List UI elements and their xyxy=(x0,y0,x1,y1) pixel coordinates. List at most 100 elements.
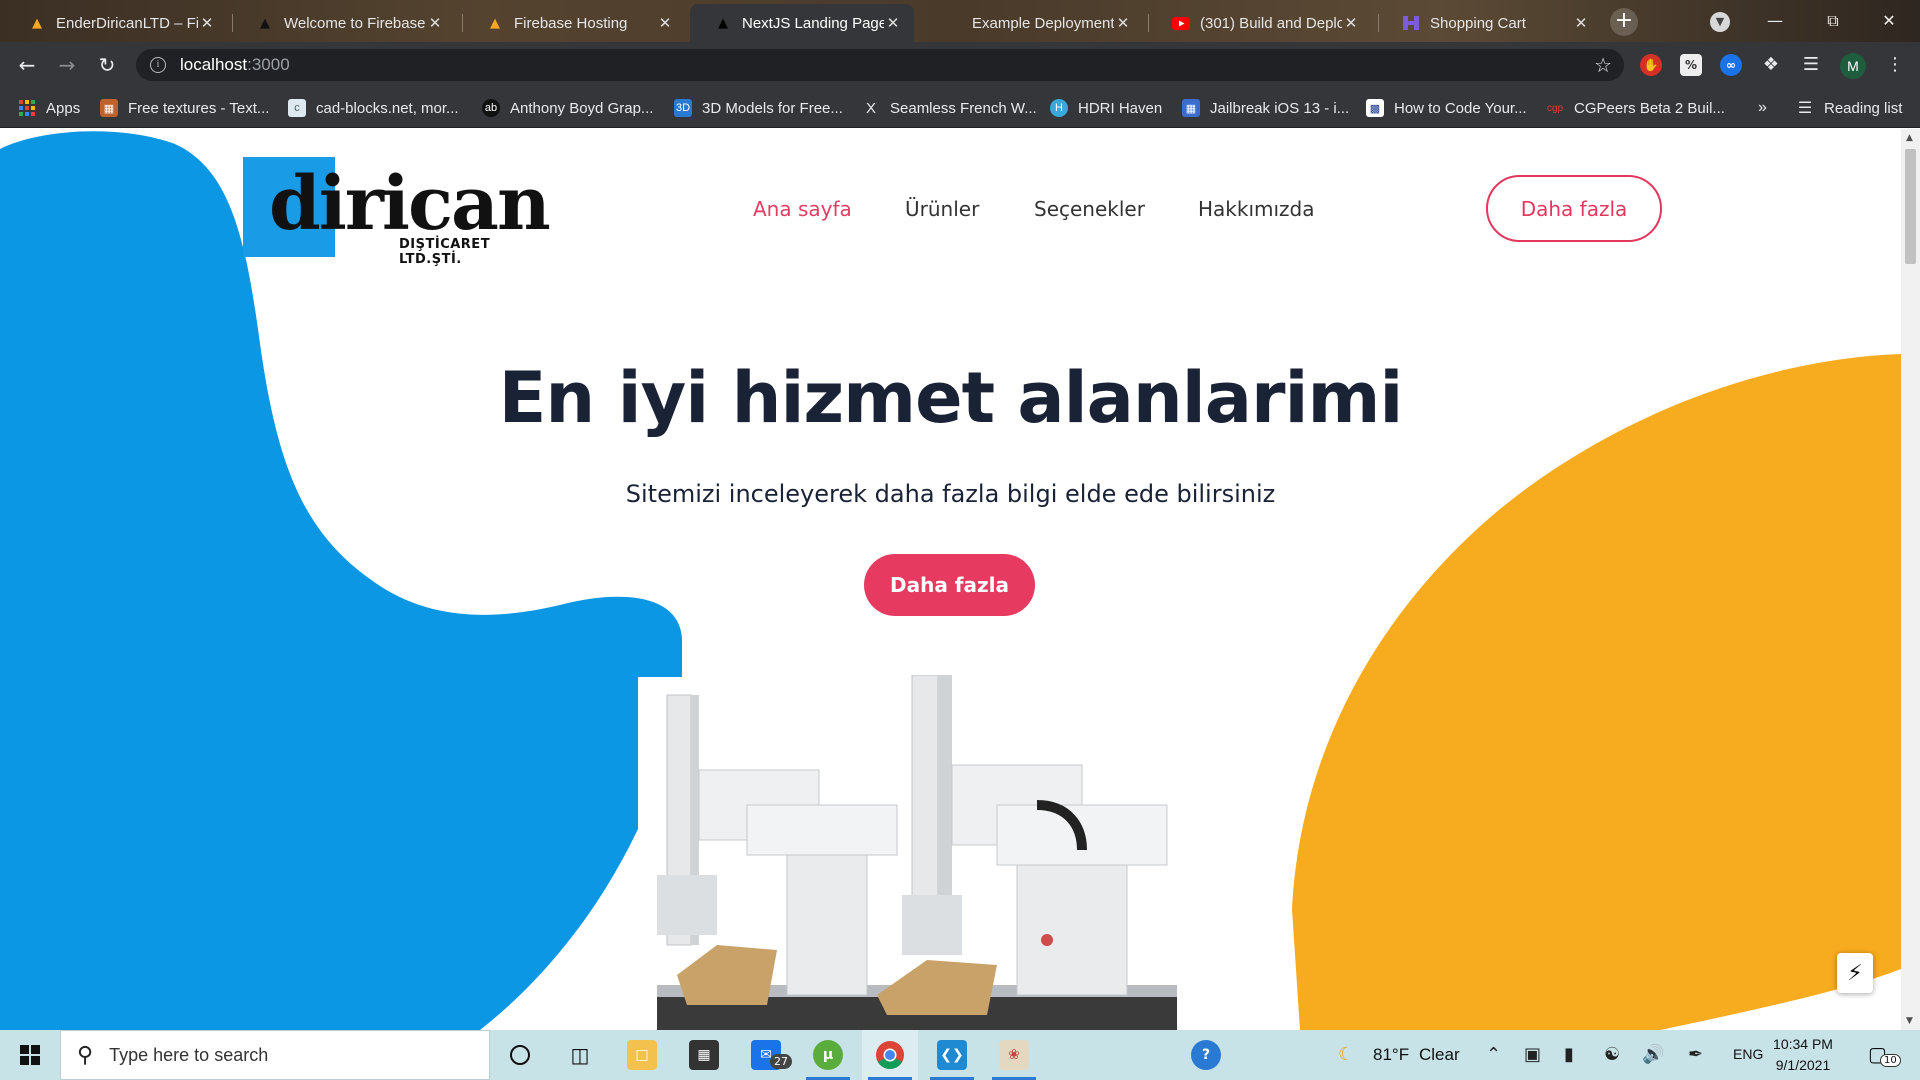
windows-taskbar: ⚲ Type here to search ◫ □ ▦ ✉ 27 µ ❮❯ ❀ … xyxy=(0,1030,1920,1080)
weather-condition[interactable]: Clear xyxy=(1419,1045,1460,1065)
hdri-icon: H xyxy=(1050,99,1068,117)
wifi-icon[interactable]: ☯ xyxy=(1604,1044,1620,1065)
header-daha-fazla-button[interactable]: Daha fazla xyxy=(1486,175,1662,242)
nav-link-ana-sayfa[interactable]: Ana sayfa xyxy=(753,197,852,221)
close-icon[interactable]: ✕ xyxy=(1572,14,1590,32)
bookmarks-overflow-button[interactable]: » xyxy=(1758,98,1767,118)
close-icon[interactable]: ✕ xyxy=(198,14,216,32)
clock-time[interactable]: 10:34 PM xyxy=(1768,1036,1838,1052)
folder-icon: □ xyxy=(627,1040,657,1070)
vscode-button[interactable]: ❮❯ xyxy=(924,1030,980,1080)
new-tab-button[interactable]: + xyxy=(1610,8,1638,36)
taskbar-search-box[interactable]: ⚲ Type here to search xyxy=(60,1030,490,1080)
bookmark-how-to-code[interactable]: ▩ How to Code Your... xyxy=(1366,98,1527,118)
utorrent-button[interactable]: µ xyxy=(800,1030,856,1080)
task-view-button[interactable]: ◫ xyxy=(552,1030,608,1080)
weather-temperature[interactable]: 81°F xyxy=(1373,1045,1409,1065)
mail-button[interactable]: ✉ 27 xyxy=(738,1030,794,1080)
tab-title: EnderDiricanLTD – Firebase xyxy=(56,14,198,32)
tab-example-deployment[interactable]: Example Deployment ✕ xyxy=(920,4,1144,42)
paint-palette-icon: ❀ xyxy=(999,1040,1029,1070)
window-close-button[interactable]: ✕ xyxy=(1866,6,1912,36)
tab-nextjs-landing-page[interactable]: ▲ NextJS Landing Page ✕ xyxy=(690,4,914,42)
bookmark-label: 3D Models for Free... xyxy=(702,99,843,117)
scrollbar-thumb[interactable] xyxy=(1905,149,1916,264)
extension-shield-icon[interactable]: % xyxy=(1680,54,1702,76)
cortana-circle-icon xyxy=(510,1045,530,1065)
tab-search-icon[interactable]: ▼ xyxy=(1710,12,1730,32)
bookmark-hdri-haven[interactable]: H HDRI Haven xyxy=(1050,98,1162,118)
language-indicator[interactable]: ENG xyxy=(1733,1046,1763,1062)
bookmark-label: Anthony Boyd Grap... xyxy=(510,99,654,117)
notification-center-button[interactable]: ▢ 10 xyxy=(1866,1040,1901,1070)
bookmark-anthony-boyd[interactable]: ab Anthony Boyd Grap... xyxy=(482,98,653,118)
paint-button[interactable]: ❀ xyxy=(986,1030,1042,1080)
bookmark-cgpeers[interactable]: cgp CGPeers Beta 2 Buil... xyxy=(1546,98,1725,118)
bookmark-apps[interactable]: Apps xyxy=(18,98,80,118)
cortana-button[interactable] xyxy=(492,1030,548,1080)
media-control-icon[interactable]: ☰ xyxy=(1800,54,1822,76)
extensions-puzzle-icon[interactable]: ❖ xyxy=(1760,54,1782,76)
tab-strip: ▲ EnderDiricanLTD – Firebase ✕ ▲ Welcome… xyxy=(0,0,1920,42)
tab-welcome-firebase[interactable]: ▲ Welcome to Firebase Hosting ✕ xyxy=(232,4,456,42)
lightning-bolt-icon[interactable]: ⚡ xyxy=(1837,953,1873,993)
more-menu-icon[interactable]: ⋮ xyxy=(1880,50,1910,80)
help-button[interactable]: ? xyxy=(1178,1030,1234,1080)
store-button[interactable]: ▦ xyxy=(676,1030,732,1080)
chrome-button[interactable] xyxy=(862,1030,918,1080)
profile-avatar[interactable]: M xyxy=(1840,53,1866,79)
url-port: :3000 xyxy=(247,55,290,74)
extension-infinity-icon[interactable]: ∞ xyxy=(1720,54,1742,76)
windows-start-button[interactable] xyxy=(0,1030,60,1080)
reload-icon[interactable]: ↻ xyxy=(92,50,122,80)
battery-icon[interactable]: ▮ xyxy=(1564,1044,1574,1065)
tab-shopping-cart[interactable]: Shopping Cart ✕ xyxy=(1378,4,1602,42)
close-icon[interactable]: ✕ xyxy=(426,14,444,32)
tab-enderdiricanltd[interactable]: ▲ EnderDiricanLTD – Firebase ✕ xyxy=(4,4,228,42)
tab-youtube-build-deploy[interactable]: (301) Build and Deploy ✕ xyxy=(1148,4,1372,42)
close-icon[interactable]: ✕ xyxy=(1114,14,1132,32)
clock-date[interactable]: 9/1/2021 xyxy=(1768,1057,1838,1073)
scroll-down-icon[interactable]: ▼ xyxy=(1906,1016,1913,1026)
volume-icon[interactable]: 🔊 xyxy=(1642,1044,1664,1065)
cnc-machine-image xyxy=(657,675,1177,1030)
reading-list-button[interactable]: ☰ Reading list xyxy=(1796,98,1903,118)
bookmark-seamless-french[interactable]: X Seamless French W... xyxy=(862,98,1037,118)
nav-link-secenekler[interactable]: Seçenekler xyxy=(1034,197,1145,221)
logo-wordmark: dirican xyxy=(269,161,551,247)
minimize-button[interactable]: — xyxy=(1752,6,1798,36)
tab-title: NextJS Landing Page xyxy=(742,14,884,32)
vercel-icon: ▲ xyxy=(718,15,728,31)
bookmark-star-icon[interactable]: ☆ xyxy=(1594,53,1612,77)
nav-link-urunler[interactable]: Ürünler xyxy=(905,197,979,221)
file-explorer-button[interactable]: □ xyxy=(614,1030,670,1080)
bookmark-label: Jailbreak iOS 13 - i... xyxy=(1210,99,1350,117)
page-scrollbar[interactable]: ▲ ▼ xyxy=(1901,129,1920,1030)
site-logo[interactable]: dirican DIŞTİCARET LTD.ŞTİ. xyxy=(243,157,551,267)
nav-link-hakkimizda[interactable]: Hakkımızda xyxy=(1198,197,1315,221)
firebase-icon: ▲ xyxy=(490,15,500,31)
cgp-icon: cgp xyxy=(1546,102,1564,114)
cad-icon: c xyxy=(288,99,306,117)
bookmark-cad-blocks[interactable]: c cad-blocks.net, mor... xyxy=(288,98,459,118)
tab-firebase-hosting[interactable]: ▲ Firebase Hosting ✕ xyxy=(462,4,686,42)
extension-hand-icon[interactable]: ✋ xyxy=(1640,54,1662,76)
store-bag-icon: ▦ xyxy=(689,1040,719,1070)
scroll-up-icon[interactable]: ▲ xyxy=(1906,133,1913,143)
close-icon[interactable]: ✕ xyxy=(1342,14,1360,32)
hero-daha-fazla-button[interactable]: Daha fazla xyxy=(864,554,1035,616)
forward-icon[interactable]: → xyxy=(52,50,82,80)
close-icon[interactable]: ✕ xyxy=(656,14,674,32)
back-icon[interactable]: ← xyxy=(12,50,42,80)
address-bar[interactable]: i localhost:3000 ☆ xyxy=(136,49,1624,81)
bookmark-free-textures[interactable]: ▦ Free textures - Text... xyxy=(100,98,269,118)
bookmark-jailbreak[interactable]: ▦ Jailbreak iOS 13 - i... xyxy=(1182,98,1349,118)
pen-icon[interactable]: ✒ xyxy=(1688,1044,1703,1065)
site-info-icon[interactable]: i xyxy=(150,57,166,73)
chrome-icon xyxy=(876,1041,904,1069)
bookmark-3d-models[interactable]: 3D 3D Models for Free... xyxy=(674,98,843,118)
close-icon[interactable]: ✕ xyxy=(884,14,902,32)
restore-button[interactable]: ⧉ xyxy=(1810,6,1856,36)
chevron-up-icon[interactable]: ⌃ xyxy=(1486,1044,1501,1065)
meet-now-icon[interactable]: ▣ xyxy=(1524,1044,1541,1065)
